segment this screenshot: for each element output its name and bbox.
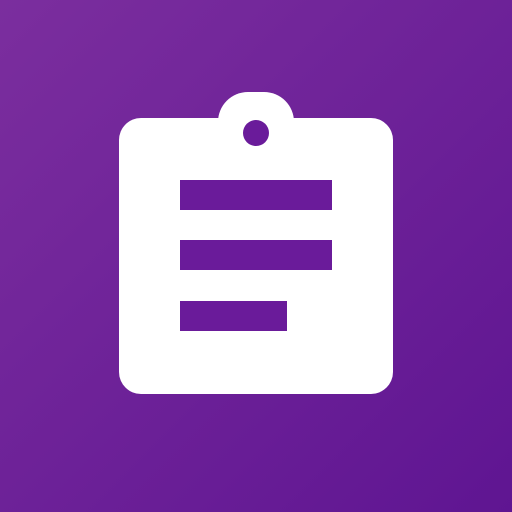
app-icon-tile[interactable] <box>0 0 512 512</box>
clipboard-line-3 <box>180 301 287 331</box>
app-icon-graphic <box>0 0 512 512</box>
clipboard-line-1 <box>180 180 332 210</box>
clipboard-hole <box>243 120 269 146</box>
clipboard-icon <box>119 92 393 394</box>
clipboard-line-2 <box>180 240 332 270</box>
